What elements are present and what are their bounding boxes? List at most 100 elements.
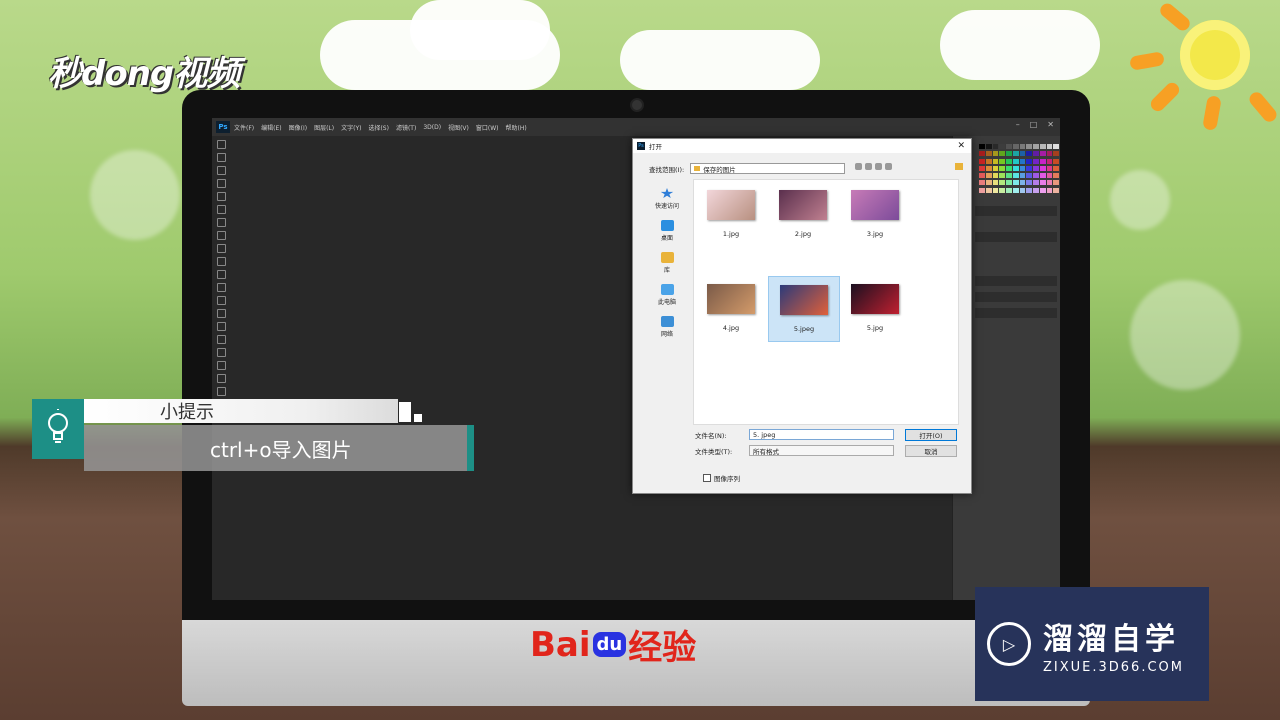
color-swatch[interactable]: [1012, 187, 1019, 193]
color-swatch[interactable]: [1026, 151, 1032, 157]
new-folder-icon[interactable]: [875, 163, 882, 170]
place-desktop[interactable]: 桌面: [643, 215, 691, 247]
type-tool-icon[interactable]: [216, 335, 226, 344]
color-swatch[interactable]: [1026, 144, 1032, 149]
color-swatch[interactable]: [1033, 144, 1039, 149]
color-swatch[interactable]: [1012, 144, 1019, 149]
color-swatch[interactable]: [999, 173, 1005, 179]
color-swatch[interactable]: [979, 165, 985, 171]
move-tool-icon[interactable]: [216, 140, 226, 149]
layers-lock-row[interactable]: [975, 308, 1057, 318]
color-swatch[interactable]: [979, 180, 985, 186]
color-swatch[interactable]: [1019, 144, 1026, 149]
color-swatch[interactable]: [979, 158, 985, 164]
dialog-close-icon[interactable]: ✕: [957, 141, 965, 151]
filename-input[interactable]: 5. jpeg: [749, 429, 894, 440]
color-swatch[interactable]: [1053, 151, 1059, 157]
color-swatch[interactable]: [1019, 151, 1026, 157]
color-swatch[interactable]: [1019, 158, 1026, 164]
color-swatch[interactable]: [1019, 165, 1026, 171]
color-swatch[interactable]: [1012, 165, 1019, 171]
menu-3d[interactable]: 3D(D): [423, 124, 441, 131]
color-swatch[interactable]: [1033, 165, 1039, 171]
color-swatch[interactable]: [1039, 144, 1046, 149]
color-swatch[interactable]: [1039, 187, 1046, 193]
color-swatch[interactable]: [979, 151, 985, 157]
color-swatch[interactable]: [985, 158, 992, 164]
zoom-tool-icon[interactable]: [216, 387, 226, 396]
color-swatch[interactable]: [1006, 158, 1012, 164]
color-swatch[interactable]: [992, 173, 999, 179]
file-item[interactable]: 3.jpg: [846, 182, 904, 246]
color-swatch[interactable]: [985, 187, 992, 193]
color-swatch[interactable]: [999, 165, 1005, 171]
close-icon[interactable]: ✕: [1047, 120, 1054, 129]
layers-blend-mode[interactable]: [975, 292, 1057, 302]
filetype-dropdown[interactable]: 所有格式: [749, 445, 894, 456]
color-swatch[interactable]: [1053, 187, 1059, 193]
eyedropper-tool-icon[interactable]: [216, 205, 226, 214]
color-swatch[interactable]: [999, 151, 1005, 157]
color-swatch[interactable]: [985, 180, 992, 186]
preview-folder-icon[interactable]: [955, 163, 963, 170]
maximize-icon[interactable]: □: [1030, 120, 1038, 129]
place-quick-access[interactable]: 快速访问: [643, 183, 691, 215]
adjustments-row[interactable]: [975, 232, 1057, 242]
file-item[interactable]: 4.jpg: [702, 276, 760, 340]
color-swatch[interactable]: [992, 165, 999, 171]
menu-type[interactable]: 文字(Y): [341, 123, 361, 132]
file-item[interactable]: 2.jpg: [774, 182, 832, 246]
color-swatch[interactable]: [1006, 187, 1012, 193]
color-swatch[interactable]: [999, 144, 1005, 149]
place-network[interactable]: 网络: [643, 311, 691, 343]
shape-tool-icon[interactable]: [216, 361, 226, 370]
pen-tool-icon[interactable]: [216, 322, 226, 331]
cancel-button[interactable]: 取消: [905, 445, 957, 457]
color-swatch[interactable]: [1033, 187, 1039, 193]
color-swatch[interactable]: [999, 187, 1005, 193]
stamp-tool-icon[interactable]: [216, 244, 226, 253]
color-swatch[interactable]: [1012, 158, 1019, 164]
color-swatch[interactable]: [1006, 144, 1012, 149]
color-swatch[interactable]: [1046, 144, 1053, 149]
color-swatch[interactable]: [1033, 173, 1039, 179]
color-swatch[interactable]: [1033, 151, 1039, 157]
file-item-selected[interactable]: 5.jpeg: [768, 276, 840, 342]
hand-tool-icon[interactable]: [216, 374, 226, 383]
color-swatch[interactable]: [1053, 173, 1059, 179]
color-swatch[interactable]: [1012, 151, 1019, 157]
place-library[interactable]: 库: [643, 247, 691, 279]
menu-edit[interactable]: 编辑(E): [261, 123, 281, 132]
open-button[interactable]: 打开(O): [905, 429, 957, 441]
color-swatch[interactable]: [1053, 180, 1059, 186]
color-swatch[interactable]: [1026, 173, 1032, 179]
color-swatch[interactable]: [1026, 180, 1032, 186]
color-swatch[interactable]: [992, 180, 999, 186]
color-swatch[interactable]: [992, 158, 999, 164]
color-swatch[interactable]: [1006, 173, 1012, 179]
color-swatch[interactable]: [985, 173, 992, 179]
look-in-dropdown[interactable]: 保存的图片: [690, 163, 846, 174]
history-brush-tool-icon[interactable]: [216, 257, 226, 266]
color-swatch[interactable]: [1046, 151, 1053, 157]
color-swatch[interactable]: [1039, 165, 1046, 171]
path-selection-tool-icon[interactable]: [216, 348, 226, 357]
color-swatch[interactable]: [999, 158, 1005, 164]
color-swatch[interactable]: [1053, 165, 1059, 171]
layers-tabs[interactable]: [975, 276, 1057, 286]
marquee-tool-icon[interactable]: [216, 153, 226, 162]
color-swatch[interactable]: [979, 144, 985, 149]
color-swatch[interactable]: [1012, 173, 1019, 179]
view-menu-icon[interactable]: [885, 163, 892, 170]
color-swatch[interactable]: [1019, 173, 1026, 179]
eraser-tool-icon[interactable]: [216, 270, 226, 279]
minimize-icon[interactable]: –: [1016, 120, 1020, 129]
image-sequence-checkbox[interactable]: [703, 474, 711, 482]
color-swatch[interactable]: [1053, 144, 1059, 149]
color-swatch[interactable]: [1026, 187, 1032, 193]
crop-tool-icon[interactable]: [216, 192, 226, 201]
color-swatch[interactable]: [1033, 180, 1039, 186]
color-swatch[interactable]: [1039, 180, 1046, 186]
color-swatch[interactable]: [1033, 158, 1039, 164]
blur-tool-icon[interactable]: [216, 296, 226, 305]
